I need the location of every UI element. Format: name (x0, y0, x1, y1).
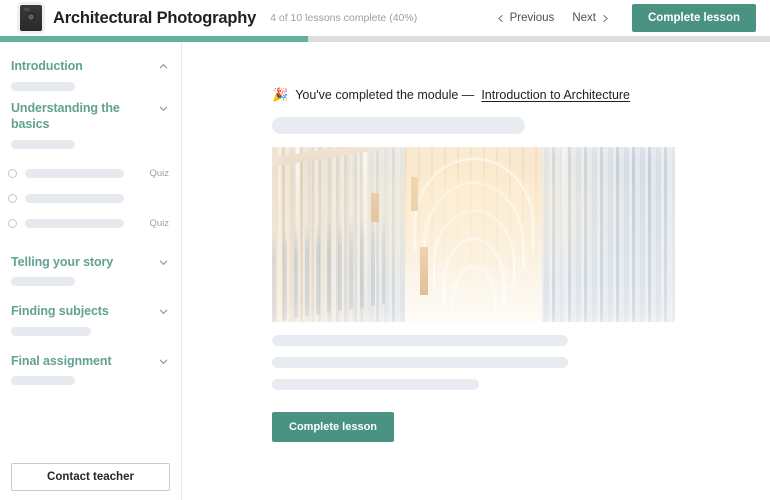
lesson-hero-image (272, 147, 675, 322)
paragraph-skeleton-bar (272, 379, 479, 390)
sidebar-section-header[interactable]: Telling your story (11, 254, 169, 271)
sidebar-section-understanding-the-basics: Understanding the basics (0, 100, 181, 149)
quiz-badge: Quiz (149, 218, 169, 229)
paragraph-skeleton-bar (272, 335, 568, 346)
list-item[interactable]: Quiz (0, 162, 181, 186)
lesson-navigation: Previous Next (490, 8, 616, 28)
sidebar-skeleton-bar (11, 139, 75, 149)
next-button[interactable]: Next (565, 8, 616, 28)
course-sidebar: Introduction Understanding the basics Qu… (0, 42, 182, 500)
camera-logo-icon (20, 5, 42, 31)
page-title: Architectural Photography (53, 8, 257, 27)
sidebar-section-header[interactable]: Final assignment (11, 353, 169, 370)
sidebar-section-header[interactable]: Introduction (11, 58, 169, 75)
paragraph-skeleton-bar (272, 357, 568, 368)
complete-lesson-button-header[interactable]: Complete lesson (631, 4, 756, 32)
sidebar-skeleton-bar (11, 277, 75, 286)
sidebar-item-label: Finding subjects (11, 304, 109, 318)
next-label: Next (572, 12, 596, 24)
chevron-down-icon[interactable] (158, 257, 169, 268)
radio-empty-icon[interactable] (8, 169, 17, 178)
sidebar-item-label: Introduction (11, 59, 83, 73)
sidebar-skeleton-bar (11, 326, 91, 336)
chevron-up-icon[interactable] (158, 61, 169, 72)
app-header: Architectural Photography 4 of 10 lesson… (0, 0, 770, 36)
sidebar-item-label: Understanding the basics (11, 100, 120, 132)
list-item[interactable]: Quiz (0, 212, 181, 236)
list-item[interactable] (0, 187, 181, 211)
sidebar-item-label: Final assignment (11, 353, 112, 368)
body-wrapper: Introduction Understanding the basics Qu… (0, 42, 770, 500)
chevron-right-icon (602, 14, 609, 22)
lesson-skeleton-bar (25, 219, 124, 228)
lesson-completion-heading: 🎉 You've completed the module — Introduc… (272, 88, 770, 102)
sidebar-skeleton-bar (11, 81, 75, 91)
sidebar-section-finding-subjects: Finding subjects (0, 303, 181, 336)
sidebar-item-label: Telling your story (11, 254, 114, 269)
previous-label: Previous (509, 12, 555, 24)
chevron-down-icon[interactable] (158, 306, 169, 317)
sidebar-section-telling-your-story: Telling your story (0, 254, 181, 286)
quiz-badge: Quiz (149, 168, 169, 179)
paragraph-skeletons (272, 335, 770, 390)
party-popper-icon: 🎉 (272, 87, 289, 102)
lesson-skeleton-bar (25, 169, 124, 178)
sidebar-skeleton-bar (11, 376, 75, 385)
contact-teacher-container: Contact teacher (0, 463, 181, 491)
sidebar-section-header[interactable]: Understanding the basics (11, 100, 169, 133)
lesson-list: Quiz Quiz (0, 162, 181, 236)
radio-empty-icon[interactable] (8, 194, 17, 203)
sidebar-section-header[interactable]: Finding subjects (11, 303, 169, 320)
previous-button[interactable]: Previous (490, 8, 562, 28)
contact-teacher-button[interactable]: Contact teacher (11, 463, 170, 491)
chevron-down-icon[interactable] (158, 103, 169, 114)
radio-empty-icon[interactable] (8, 219, 17, 228)
sidebar-section-introduction: Introduction (0, 58, 181, 91)
completion-text: You've completed the module — (295, 88, 475, 102)
module-link[interactable]: Introduction to Architecture (481, 88, 630, 102)
brand: Architectural Photography (20, 5, 256, 31)
complete-lesson-button-main[interactable]: Complete lesson (272, 412, 395, 442)
subtitle-skeleton-bar (272, 117, 525, 134)
sidebar-section-final-assignment: Final assignment (0, 353, 181, 385)
chevron-left-icon (497, 14, 504, 22)
hero-vignette (272, 147, 675, 322)
chevron-down-icon[interactable] (158, 356, 169, 367)
progress-status-text: 4 of 10 lessons complete (40%) (270, 12, 418, 24)
lesson-skeleton-bar (25, 194, 124, 203)
lesson-content: 🎉 You've completed the module — Introduc… (182, 42, 770, 500)
